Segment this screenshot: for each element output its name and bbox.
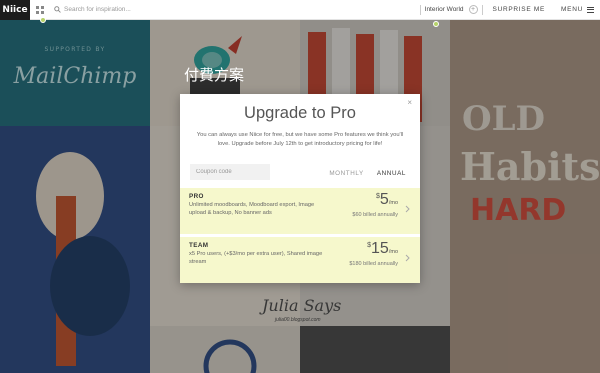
divider [481, 4, 483, 15]
modal-description: You can always use Niice for free, but w… [196, 132, 404, 147]
plan-billed-annually: $60 billed annually [352, 212, 398, 218]
menu-button[interactable]: MENU [561, 6, 600, 13]
overlay-heading: 付費方案 [184, 66, 245, 84]
topic-indicator-dot [432, 21, 439, 27]
price-amount: 15 [371, 240, 389, 257]
niice-logo[interactable]: Niice [0, 0, 30, 20]
topic-selector[interactable]: Interior World [424, 6, 464, 27]
top-bar-right: Interior World + SURPRISE ME MENU [416, 0, 600, 27]
search-icon [52, 0, 62, 20]
coupon-code-input[interactable] [190, 164, 270, 180]
search-input[interactable] [64, 2, 264, 17]
menu-label: MENU [561, 6, 583, 13]
plan-description: x5 Pro users, (+$3/mo per extra user), S… [189, 251, 323, 265]
price-amount: 5 [379, 191, 389, 208]
grid-indicator-dot [40, 17, 46, 23]
grid-icon[interactable] [34, 0, 46, 23]
surprise-me-button[interactable]: SURPRISE ME [493, 6, 546, 13]
price-period: /mo [388, 249, 398, 255]
plan-billed-annually: $180 billed annually [349, 261, 398, 267]
price-currency: $ [367, 242, 372, 249]
topic-label: Interior World [424, 6, 464, 13]
plan-team-option[interactable]: TEAM x5 Pro users, (+$3/mo per extra use… [180, 237, 420, 283]
chevron-right-icon [403, 204, 412, 213]
billing-annual-tab[interactable]: ANNUAL [377, 170, 406, 177]
modal-title: Upgrade to Pro [244, 104, 356, 122]
plus-icon[interactable]: + [468, 5, 478, 14]
plan-price: $5/mo [376, 191, 398, 209]
hamburger-icon [587, 6, 594, 13]
billing-toggle: MONTHLY ANNUAL [329, 170, 406, 177]
upgrade-modal: × Upgrade to Pro You can always use Niic… [180, 94, 420, 283]
plan-description: Unlimited moodboards, Moodboard export, … [189, 202, 315, 216]
billing-monthly-tab[interactable]: MONTHLY [329, 170, 364, 177]
page: SUPPORTED BY MailChimp OLD Habits HARD J… [0, 0, 600, 373]
top-bar: Niice Interior World + SURPRISE ME [0, 0, 600, 27]
price-period: /mo [388, 200, 398, 206]
plan-pro-option[interactable]: PRO Unlimited moodboards, Moodboard expo… [180, 188, 420, 234]
plan-price: $15/mo [367, 240, 398, 258]
plan-name: TEAM [189, 242, 209, 249]
price-currency: $ [376, 193, 380, 200]
plan-name: PRO [189, 193, 204, 200]
divider [419, 4, 421, 15]
chevron-right-icon [403, 253, 412, 262]
